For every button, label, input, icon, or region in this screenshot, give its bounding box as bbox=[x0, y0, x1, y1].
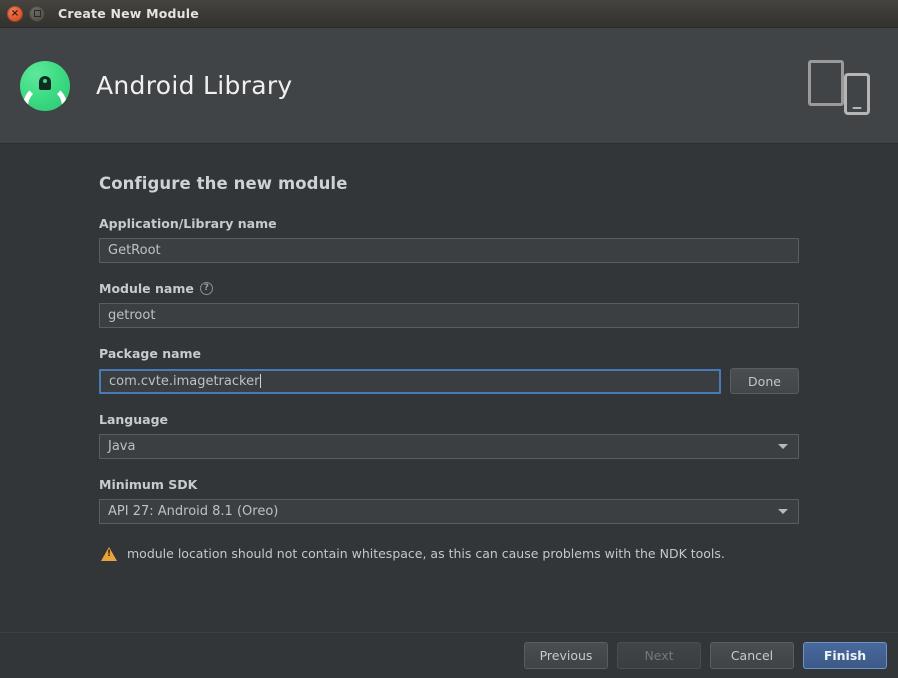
field-group-language: Language Java bbox=[99, 412, 799, 459]
label-application-name-text: Application/Library name bbox=[99, 216, 277, 231]
chevron-down-icon bbox=[778, 509, 788, 514]
language-value: Java bbox=[108, 439, 136, 454]
close-glyph: × bbox=[10, 7, 20, 19]
field-group-minimum-sdk: Minimum SDK API 27: Android 8.1 (Oreo) bbox=[99, 477, 799, 524]
label-language: Language bbox=[99, 412, 799, 427]
label-module-name: Module name ? bbox=[99, 281, 799, 296]
phone-icon bbox=[844, 72, 870, 115]
tablet-icon bbox=[808, 59, 844, 106]
field-group-module-name: Module name ? getroot bbox=[99, 281, 799, 328]
label-module-name-text: Module name bbox=[99, 281, 194, 296]
warning-triangle-icon bbox=[101, 546, 117, 561]
next-button: Next bbox=[617, 642, 701, 669]
minimum-sdk-select[interactable]: API 27: Android 8.1 (Oreo) bbox=[99, 499, 799, 524]
field-group-application-name: Application/Library name GetRoot bbox=[99, 216, 799, 263]
maximize-icon[interactable] bbox=[29, 5, 45, 22]
label-minimum-sdk: Minimum SDK bbox=[99, 477, 799, 492]
module-name-input[interactable]: getroot bbox=[99, 303, 799, 328]
warning-message: module location should not contain white… bbox=[99, 546, 799, 561]
package-name-row: com.cvte.imagetracker Done bbox=[99, 368, 799, 394]
android-studio-logo-icon bbox=[20, 60, 70, 111]
label-application-name: Application/Library name bbox=[99, 216, 799, 231]
done-button[interactable]: Done bbox=[730, 368, 799, 394]
warning-text: module location should not contain white… bbox=[127, 546, 725, 561]
module-name-value: getroot bbox=[108, 308, 156, 323]
label-minimum-sdk-text: Minimum SDK bbox=[99, 477, 198, 492]
section-title: Configure the new module bbox=[99, 174, 348, 193]
tablet-and-phone-icon bbox=[808, 53, 870, 119]
create-new-module-dialog: × Create New Module Android Library Conf… bbox=[0, 0, 898, 678]
help-circle-icon[interactable]: ? bbox=[199, 282, 213, 295]
page-title: Android Library bbox=[96, 71, 293, 100]
text-caret bbox=[260, 374, 262, 388]
dialog-header: Android Library bbox=[0, 28, 898, 144]
close-icon[interactable]: × bbox=[7, 5, 23, 22]
field-group-package-name: Package name com.cvte.imagetracker Done bbox=[99, 346, 799, 394]
language-select[interactable]: Java bbox=[99, 434, 799, 459]
dialog-body: Configure the new module Application/Lib… bbox=[0, 144, 898, 632]
label-package-name-text: Package name bbox=[99, 346, 202, 361]
label-package-name: Package name bbox=[99, 346, 799, 361]
window-title: Create New Module bbox=[58, 6, 199, 21]
chevron-down-icon bbox=[778, 444, 788, 449]
package-name-value: com.cvte.imagetracker bbox=[109, 373, 260, 389]
dialog-footer: Previous Next Cancel Finish bbox=[0, 632, 898, 678]
label-language-text: Language bbox=[99, 412, 169, 427]
minimum-sdk-value: API 27: Android 8.1 (Oreo) bbox=[108, 504, 279, 519]
package-name-input[interactable]: com.cvte.imagetracker bbox=[99, 368, 721, 394]
cancel-button[interactable]: Cancel bbox=[710, 642, 794, 669]
previous-button[interactable]: Previous bbox=[524, 642, 608, 669]
maximize-glyph bbox=[33, 10, 41, 17]
application-name-value: GetRoot bbox=[108, 243, 161, 258]
finish-button[interactable]: Finish bbox=[803, 642, 887, 669]
window-titlebar: × Create New Module bbox=[0, 0, 898, 28]
application-name-input[interactable]: GetRoot bbox=[99, 238, 799, 263]
android-studio-logo-dot bbox=[43, 78, 47, 83]
